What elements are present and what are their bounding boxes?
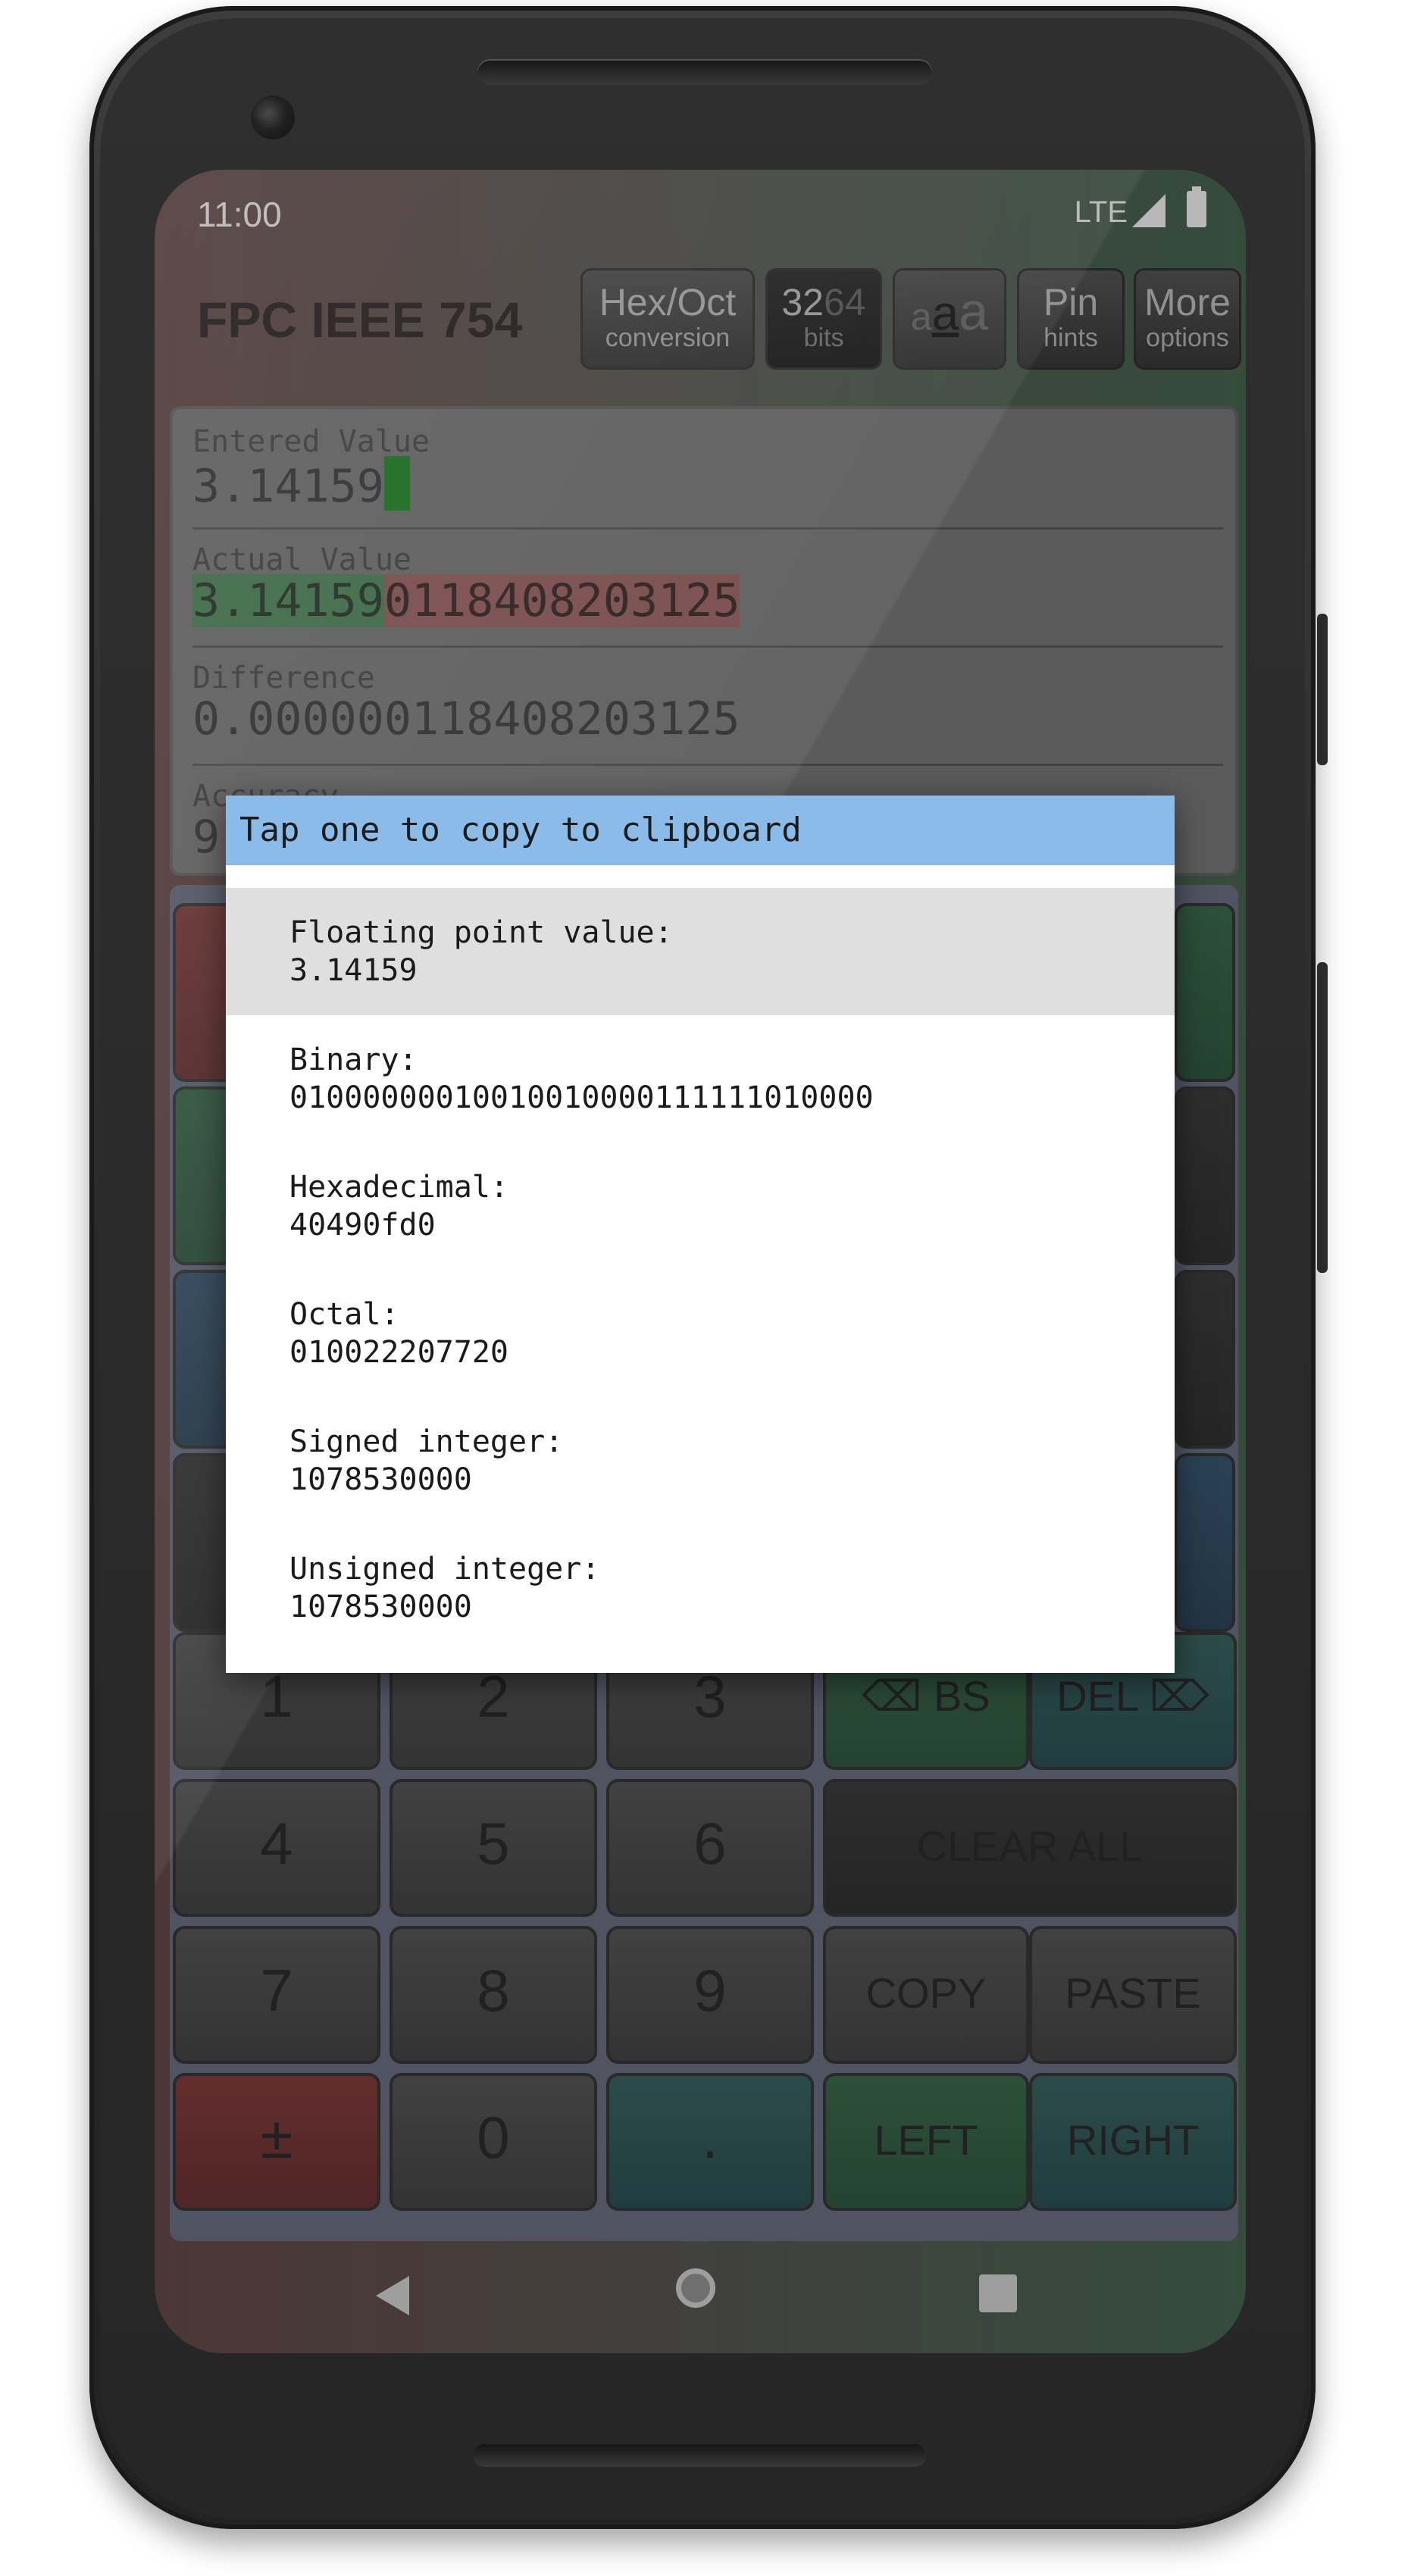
option-hexadecimal[interactable]: Hexadecimal: 40490fd0: [226, 1143, 1175, 1270]
option-value: 01000000010010010000111111010000: [289, 1080, 874, 1115]
dialog-title: Tap one to copy to clipboard: [226, 796, 1175, 865]
option-value: 010022207720: [289, 1335, 508, 1370]
power-button: [1317, 614, 1328, 765]
option-unsigned-integer[interactable]: Unsigned integer: 1078530000: [226, 1524, 1175, 1652]
copy-dialog: Tap one to copy to clipboard Floating po…: [226, 796, 1175, 1673]
option-label: Unsigned integer:: [289, 1552, 600, 1587]
option-value: 3.14159: [289, 953, 418, 988]
option-label: Octal:: [289, 1297, 399, 1332]
option-value: 40490fd0: [289, 1208, 436, 1243]
option-floating-point[interactable]: Floating point value: 3.14159: [226, 888, 1175, 1015]
option-binary[interactable]: Binary: 01000000010010010000111111010000: [226, 1015, 1175, 1143]
option-signed-integer[interactable]: Signed integer: 1078530000: [226, 1397, 1175, 1524]
option-label: Binary:: [289, 1043, 418, 1077]
option-label: Floating point value:: [289, 915, 673, 950]
option-value: 1078530000: [289, 1590, 472, 1624]
bottom-speaker: [473, 2444, 926, 2467]
front-camera: [251, 95, 295, 139]
option-label: Hexadecimal:: [289, 1170, 508, 1205]
top-speaker: [477, 59, 932, 85]
volume-button: [1317, 962, 1328, 1273]
option-label: Signed integer:: [289, 1424, 564, 1459]
option-value: 1078530000: [289, 1462, 472, 1497]
option-octal[interactable]: Octal: 010022207720: [226, 1270, 1175, 1397]
